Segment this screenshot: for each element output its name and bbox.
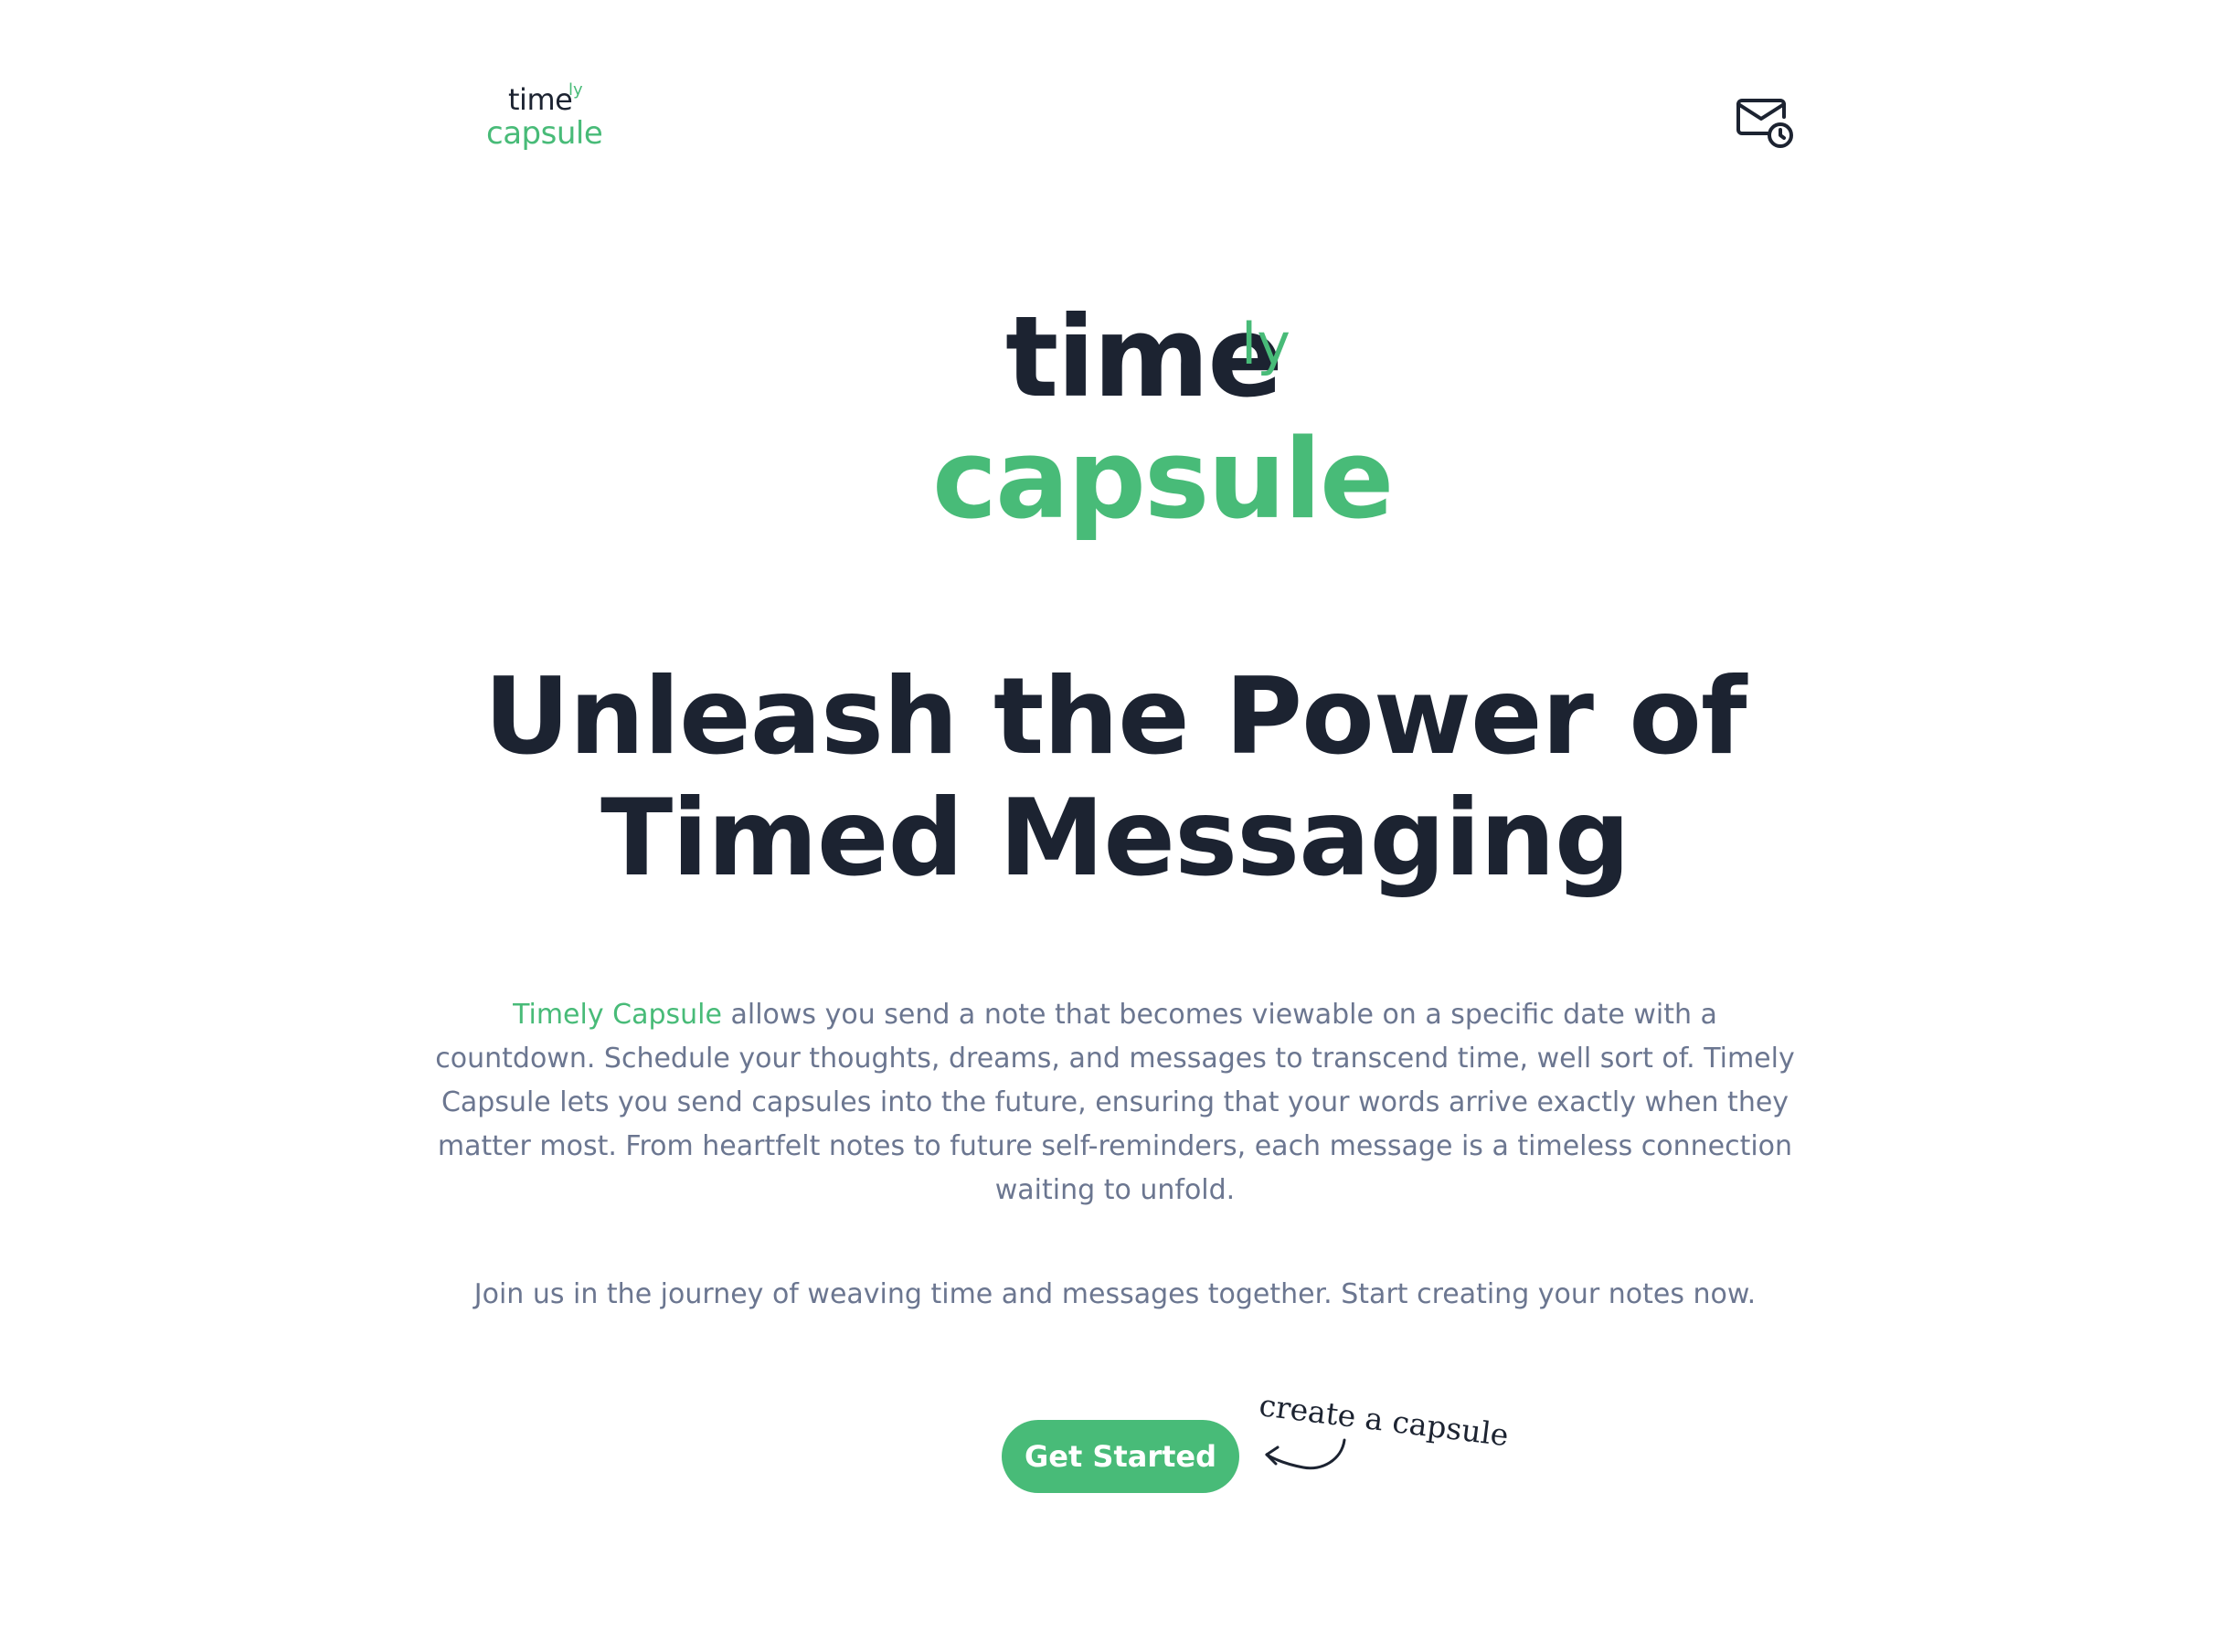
hero-description: Timely Capsule allows you send a note th… — [430, 993, 1800, 1213]
mail-clock-icon[interactable] — [1735, 97, 1795, 152]
header-logo-ly: ly — [568, 80, 583, 100]
hero-logo: time ly capsule — [914, 292, 1394, 576]
header-logo-time: time — [508, 82, 573, 117]
hero-logo-time: time — [1005, 292, 1283, 422]
curved-arrow-icon — [1258, 1435, 1358, 1489]
header-logo-capsule: capsule — [486, 115, 603, 152]
get-started-button[interactable]: Get Started — [1002, 1420, 1239, 1493]
hero-logo-capsule: capsule — [932, 417, 1394, 544]
description-brand-name: Timely Capsule — [513, 999, 722, 1031]
join-text: Join us in the journey of weaving time a… — [473, 1278, 1757, 1310]
site-header: time ly capsule — [0, 0, 2230, 183]
hero-logo-ly: ly — [1241, 311, 1290, 377]
hero-headline: Unleash the Power of Timed Messaging — [483, 655, 1747, 900]
header-logo-link[interactable]: time ly capsule — [486, 80, 614, 155]
